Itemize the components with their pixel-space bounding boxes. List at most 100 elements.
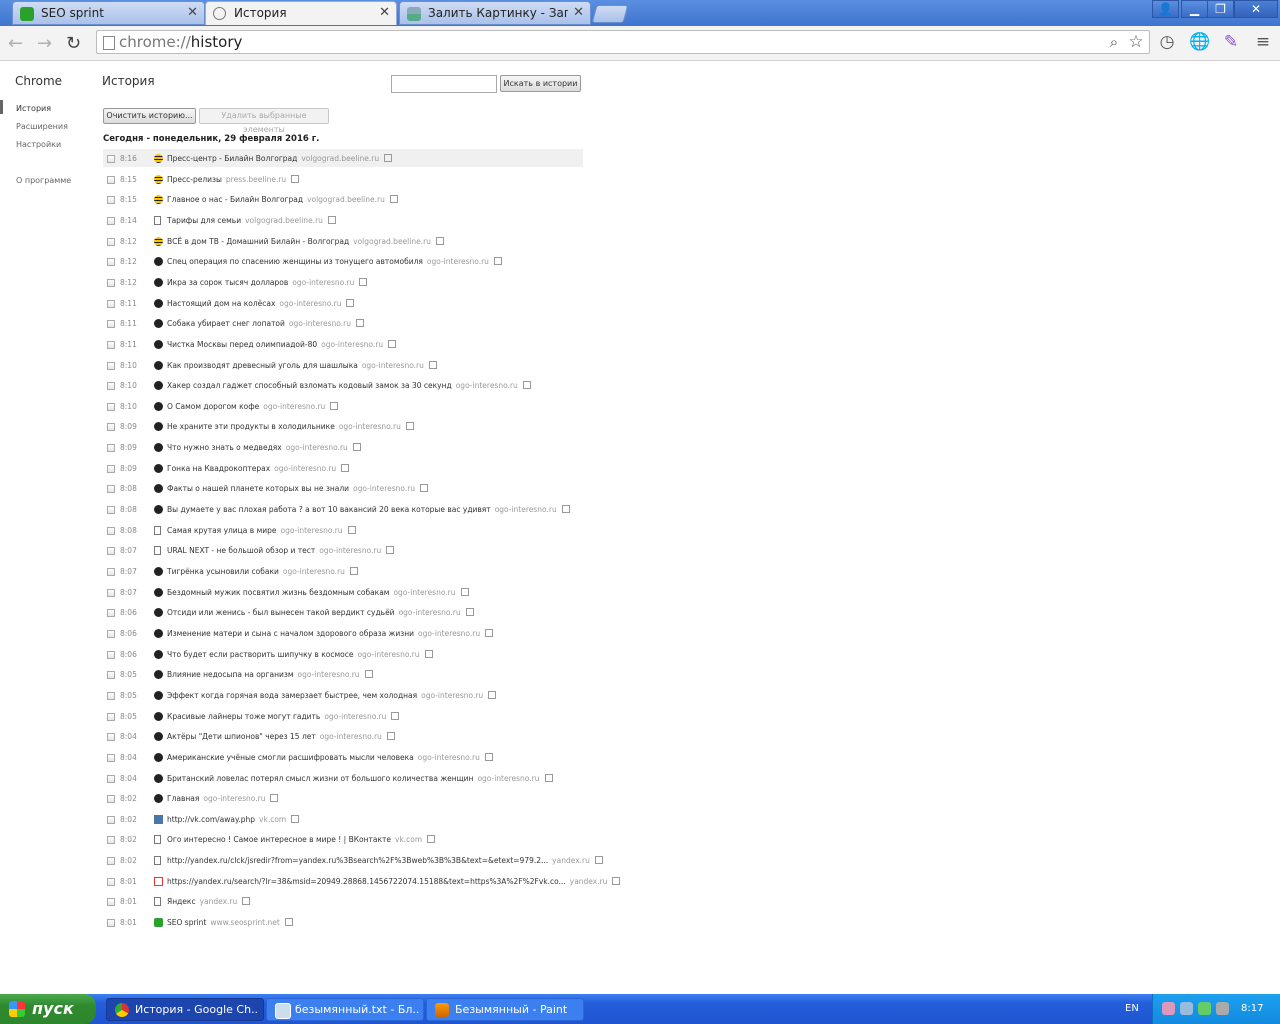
entry-checkbox[interactable] [107,836,115,844]
entry-title-link[interactable]: http://yandex.ru/clck/jsredir?from=yande… [167,856,548,865]
reload-icon[interactable]: ↻ [66,33,81,54]
user-icon[interactable]: 👤 [1152,0,1179,18]
entry-title-link[interactable]: https://yandex.ru/search/?lr=38&msid=209… [167,877,566,886]
globe-icon[interactable]: 🌐 [1189,32,1210,52]
entry-title-link[interactable]: Красивые лайнеры тоже могут гадить [167,712,320,721]
sidebar-item-history[interactable]: История [16,104,51,113]
entry-checkbox[interactable] [107,423,115,431]
entry-checkbox[interactable] [107,382,115,390]
entry-title-link[interactable]: Хакер создал гаджет способный взломать к… [167,381,452,390]
entry-title-link[interactable]: Эффект когда горячая вода замерзает быст… [167,691,417,700]
entry-title-link[interactable]: Бездомный мужик посвятил жизнь бездомным… [167,588,389,597]
entry-checkbox[interactable] [107,919,115,927]
entry-menu-button[interactable] [420,484,429,492]
entry-checkbox[interactable] [107,775,115,783]
network-icon[interactable] [1180,1002,1193,1015]
entry-title-link[interactable]: Не храните эти продукты в холодильнике [167,422,335,431]
entry-checkbox[interactable] [107,258,115,266]
bookmark-star-icon[interactable]: ☆ [1126,32,1146,52]
entry-title-link[interactable]: О Самом дорогом кофе [167,402,259,411]
entry-title-link[interactable]: Ого интересно ! Самое интересное в мире … [167,835,391,844]
entry-title-link[interactable]: Икра за сорок тысяч долларов [167,278,288,287]
entry-title-link[interactable]: Настоящий дом на колёсах [167,299,275,308]
entry-title-link[interactable]: Собака убирает снег лопатой [167,319,285,328]
language-indicator[interactable]: EN [1125,1003,1139,1014]
entry-checkbox[interactable] [107,795,115,803]
forward-icon[interactable]: → [37,33,52,54]
entry-menu-button[interactable] [284,918,293,926]
entry-menu-button[interactable] [352,443,361,451]
entry-menu-button[interactable] [460,588,469,596]
entry-checkbox[interactable] [107,238,115,246]
entry-menu-button[interactable] [386,732,395,740]
entry-title-link[interactable]: Яндекс [167,897,196,906]
entry-menu-button[interactable] [485,629,494,637]
entry-checkbox[interactable] [107,444,115,452]
tab-image-upload[interactable]: Залить Картинку - Загрузи ✕ [399,1,591,25]
back-icon[interactable]: ← [8,33,23,54]
start-button[interactable]: пуск [0,994,96,1024]
entry-checkbox[interactable] [107,878,115,886]
zoom-icon[interactable]: ⌕ [1104,32,1124,52]
entry-menu-button[interactable] [424,650,433,658]
entry-menu-button[interactable] [488,691,497,699]
tray-app-icon[interactable] [1162,1002,1175,1015]
entry-checkbox[interactable] [107,630,115,638]
entry-menu-button[interactable] [346,299,355,307]
entry-menu-button[interactable] [347,526,356,534]
entry-checkbox[interactable] [107,651,115,659]
entry-menu-button[interactable] [594,856,603,864]
entry-checkbox[interactable] [107,341,115,349]
entry-checkbox[interactable] [107,816,115,824]
entry-checkbox[interactable] [107,589,115,597]
entry-checkbox[interactable] [107,279,115,287]
entry-title-link[interactable]: Влияние недосыпа на организм [167,670,294,679]
tab-close-icon[interactable]: ✕ [573,5,584,20]
entry-checkbox[interactable] [107,609,115,617]
entry-menu-button[interactable] [330,402,339,410]
entry-checkbox[interactable] [107,692,115,700]
sidebar-item-settings[interactable]: Настройки [16,140,61,149]
entry-checkbox[interactable] [107,320,115,328]
entry-menu-button[interactable] [270,794,279,802]
entry-menu-button[interactable] [435,237,444,245]
entry-title-link[interactable]: Пресс-центр - Билайн Волгоград [167,154,297,163]
menu-icon[interactable]: ≡ [1253,32,1273,52]
entry-title-link[interactable]: Что будет если растворить шипучку в косм… [167,650,353,659]
entry-menu-button[interactable] [291,175,300,183]
tab-history[interactable]: История ✕ [205,1,397,25]
tab-close-icon[interactable]: ✕ [187,5,198,20]
entry-checkbox[interactable] [107,362,115,370]
entry-checkbox[interactable] [107,754,115,762]
entry-menu-button[interactable] [341,464,350,472]
entry-menu-button[interactable] [405,422,414,430]
entry-title-link[interactable]: Вы думаете у вас плохая работа ? а вот 1… [167,505,491,514]
entry-checkbox[interactable] [107,403,115,411]
entry-menu-button[interactable] [349,567,358,575]
new-tab-button[interactable] [591,5,629,23]
entry-title-link[interactable]: Гонка на Квадрокоптерах [167,464,270,473]
entry-menu-button[interactable] [428,361,437,369]
entry-title-link[interactable]: Британский ловелас потерял смысл жизни о… [167,774,473,783]
entry-title-link[interactable]: SEO sprint [167,918,206,927]
security-icon[interactable] [1198,1002,1211,1015]
tab-close-icon[interactable]: ✕ [379,5,390,20]
task-paint[interactable]: Безымянный - Paint [426,998,584,1021]
entry-title-link[interactable]: Главная [167,794,199,803]
entry-menu-button[interactable] [544,774,553,782]
feather-icon[interactable]: ✎ [1221,32,1241,52]
entry-title-link[interactable]: Пресс-релизы [167,175,222,184]
sidebar-item-about[interactable]: О программе [16,176,71,185]
entry-menu-button[interactable] [561,505,570,513]
url-text[interactable]: chrome://history [119,33,242,51]
entry-title-link[interactable]: Отсиди или женись - был вынесен такой ве… [167,608,395,617]
entry-menu-button[interactable] [493,257,502,265]
entry-menu-button[interactable] [484,753,493,761]
entry-checkbox[interactable] [107,671,115,679]
entry-title-link[interactable]: Тарифы для семьи [167,216,241,225]
entry-checkbox[interactable] [107,196,115,204]
entry-title-link[interactable]: Американские учёные смогли расшифровать … [167,753,414,762]
entry-checkbox[interactable] [107,527,115,535]
entry-title-link[interactable]: Что нужно знать о медведях [167,443,282,452]
task-chrome[interactable]: История - Google Ch... [106,998,264,1021]
